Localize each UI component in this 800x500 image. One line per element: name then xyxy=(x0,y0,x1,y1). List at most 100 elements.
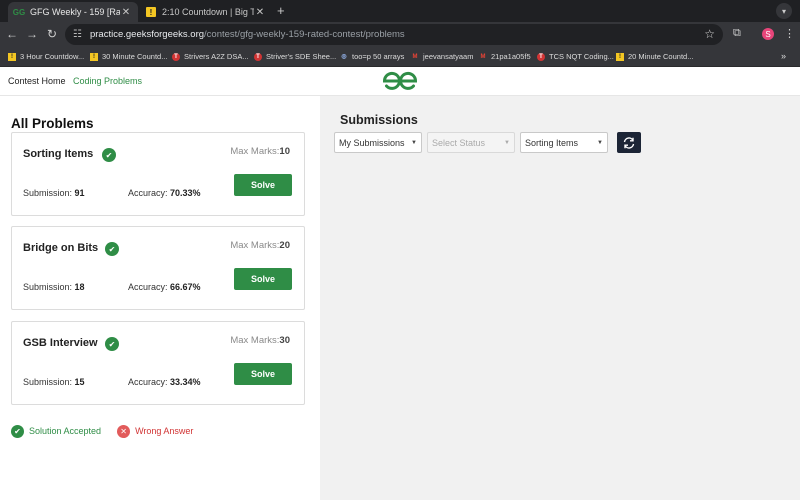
max-marks-value: 20 xyxy=(279,240,290,251)
caret-down-icon: ▼ xyxy=(597,140,603,146)
check-icon: ✔ xyxy=(11,424,24,438)
accuracy-value: 70.33% xyxy=(170,188,201,198)
submissions-panel: Submissions My Submissions ▼ Select Stat… xyxy=(320,96,800,500)
accuracy: Accuracy: 70.33% xyxy=(128,188,201,198)
accuracy-value: 33.34% xyxy=(170,377,201,387)
caret-down-icon: ▼ xyxy=(411,140,417,146)
submission-label: Submission: xyxy=(23,282,73,292)
submissions-filter-select[interactable]: My Submissions ▼ xyxy=(334,132,422,153)
bookmark-label: 3 Hour Countdow... xyxy=(20,52,85,61)
submission-value: 91 xyxy=(74,188,85,198)
bookmark-item[interactable]: T Striver's SDE Shee... xyxy=(254,52,336,61)
bookmark-item[interactable]: T TCS NQT Coding... xyxy=(537,52,614,61)
bookmark-item[interactable]: T Strivers A2Z DSA... xyxy=(172,52,249,61)
address-bar[interactable]: ☷ practice.geeksforgeeks.org/contest/gfg… xyxy=(65,24,723,45)
close-icon[interactable]: ✕ xyxy=(120,7,132,18)
close-icon: ✕ xyxy=(117,424,131,438)
site-header: Contest Home Coding Problems xyxy=(0,67,800,96)
back-arrow-icon[interactable]: ← xyxy=(5,27,19,41)
timer-icon: ! xyxy=(8,52,16,61)
timer-icon: ! xyxy=(90,52,98,61)
accuracy-value: 66.67% xyxy=(170,282,201,292)
new-tab-button[interactable]: + xyxy=(277,3,285,18)
bookmark-item[interactable]: ! 20 Minute Countd... xyxy=(616,52,693,61)
max-marks: Max Marks:10 xyxy=(230,146,290,157)
submission-count: Submission: 18 xyxy=(23,282,85,292)
status-legend: ✔ Solution Accepted ✕ Wrong Answer xyxy=(11,424,209,438)
problem-card: Bridge on Bits ✔ Max Marks:20 Submission… xyxy=(11,226,305,310)
bookmark-label: jeevansatyaam xyxy=(423,52,474,61)
bookmark-item[interactable]: M 21pa1a05f5 xyxy=(479,52,531,61)
max-marks-value: 10 xyxy=(279,146,290,157)
timer-icon: ! xyxy=(146,7,156,17)
bookmark-label: Striver's SDE Shee... xyxy=(266,52,337,61)
browser-tab-active[interactable]: GG GFG Weekly - 159 [Rated Co ✕ xyxy=(8,2,138,22)
refresh-icon xyxy=(623,136,635,149)
address-bar-row: ← → ↻ ☷ practice.geeksforgeeks.org/conte… xyxy=(0,22,800,47)
bookmark-item[interactable]: ! 3 Hour Countdow... xyxy=(8,52,84,61)
bookmark-item[interactable]: ! 30 Minute Countd... xyxy=(90,52,167,61)
star-icon[interactable]: ☆ xyxy=(704,27,715,41)
tuf-icon: T xyxy=(537,52,545,61)
select-value: Sorting Items xyxy=(525,137,579,148)
menu-icon[interactable]: ⋮ xyxy=(784,27,795,40)
problem-card: GSB Interview ✔ Max Marks:30 Submission:… xyxy=(11,321,305,405)
check-icon: ✔ xyxy=(105,242,119,256)
max-marks-label: Max Marks: xyxy=(230,146,280,157)
tuf-icon: T xyxy=(172,52,180,61)
status-filter-select[interactable]: Select Status ▼ xyxy=(427,132,515,153)
problem-name[interactable]: Bridge on Bits xyxy=(23,242,98,254)
bookmarks-bar: ! 3 Hour Countdow... ! 30 Minute Countd...… xyxy=(0,47,800,67)
timer-icon: ! xyxy=(616,52,624,61)
avatar[interactable]: S xyxy=(762,28,774,40)
chevron-down-icon[interactable]: ▾ xyxy=(776,3,792,19)
bookmark-label: too=p 50 arrays xyxy=(352,52,405,61)
extensions-icon[interactable]: ⧉ xyxy=(733,27,741,40)
nav-coding-problems[interactable]: Coding Problems xyxy=(73,76,142,86)
bookmark-label: 30 Minute Countd... xyxy=(102,52,168,61)
browser-tab[interactable]: ! 2:10 Countdown | Big Timer - ✕ xyxy=(140,2,272,22)
problem-filter-select[interactable]: Sorting Items ▼ xyxy=(520,132,608,153)
all-problems-title: All Problems xyxy=(11,116,94,131)
bookmark-label: 20 Minute Countd... xyxy=(628,52,694,61)
link-icon: ◎ xyxy=(341,54,347,60)
submission-label: Submission: xyxy=(23,188,73,198)
select-value: My Submissions xyxy=(339,137,405,148)
tuf-icon: T xyxy=(254,52,262,61)
browser-tab-bar: GG GFG Weekly - 159 [Rated Co ✕ ! 2:10 C… xyxy=(0,0,800,22)
url-text[interactable]: practice.geeksforgeeks.org/contest/gfg-w… xyxy=(90,29,405,40)
solve-button[interactable]: Solve xyxy=(234,363,292,385)
caret-down-icon: ▼ xyxy=(504,140,510,146)
bookmark-item[interactable]: Mjeevansatyaam xyxy=(411,52,474,61)
max-marks: Max Marks:20 xyxy=(230,240,290,251)
bookmark-label: Strivers A2Z DSA... xyxy=(184,52,249,61)
bookmark-item[interactable]: ◎ too=p 50 arrays xyxy=(340,52,404,61)
tab-title: GFG Weekly - 159 [Rated Co xyxy=(30,7,120,17)
problem-card: Sorting Items ✔ Max Marks:10 Submission:… xyxy=(11,132,305,216)
site-settings-icon[interactable]: ☷ xyxy=(73,29,82,40)
solve-button[interactable]: Solve xyxy=(234,268,292,290)
accuracy-label: Accuracy: xyxy=(128,188,168,198)
tab-title: 2:10 Countdown | Big Timer - xyxy=(162,7,254,17)
accuracy: Accuracy: 33.34% xyxy=(128,377,201,387)
submission-value: 18 xyxy=(74,282,85,292)
forward-arrow-icon[interactable]: → xyxy=(25,27,39,41)
legend-accepted: Solution Accepted xyxy=(29,426,102,436)
chevrons-right-icon[interactable]: » xyxy=(781,51,786,61)
problem-name[interactable]: GSB Interview xyxy=(23,337,98,349)
refresh-button[interactable] xyxy=(617,132,641,153)
problem-name[interactable]: Sorting Items xyxy=(23,148,93,160)
max-marks: Max Marks:30 xyxy=(230,335,290,346)
submission-label: Submission: xyxy=(23,377,73,387)
max-marks-label: Max Marks: xyxy=(230,240,280,251)
url-host: practice.geeksforgeeks.org xyxy=(89,29,205,40)
solve-button[interactable]: Solve xyxy=(234,174,292,196)
close-icon[interactable]: ✕ xyxy=(254,7,266,18)
nav-contest-home[interactable]: Contest Home xyxy=(8,76,66,86)
max-marks-value: 30 xyxy=(279,335,290,346)
reload-icon[interactable]: ↻ xyxy=(45,27,59,41)
submission-value: 15 xyxy=(74,377,85,387)
check-icon: ✔ xyxy=(102,148,116,162)
select-placeholder: Select Status xyxy=(432,137,486,148)
gfg-logo-icon[interactable] xyxy=(381,70,419,92)
